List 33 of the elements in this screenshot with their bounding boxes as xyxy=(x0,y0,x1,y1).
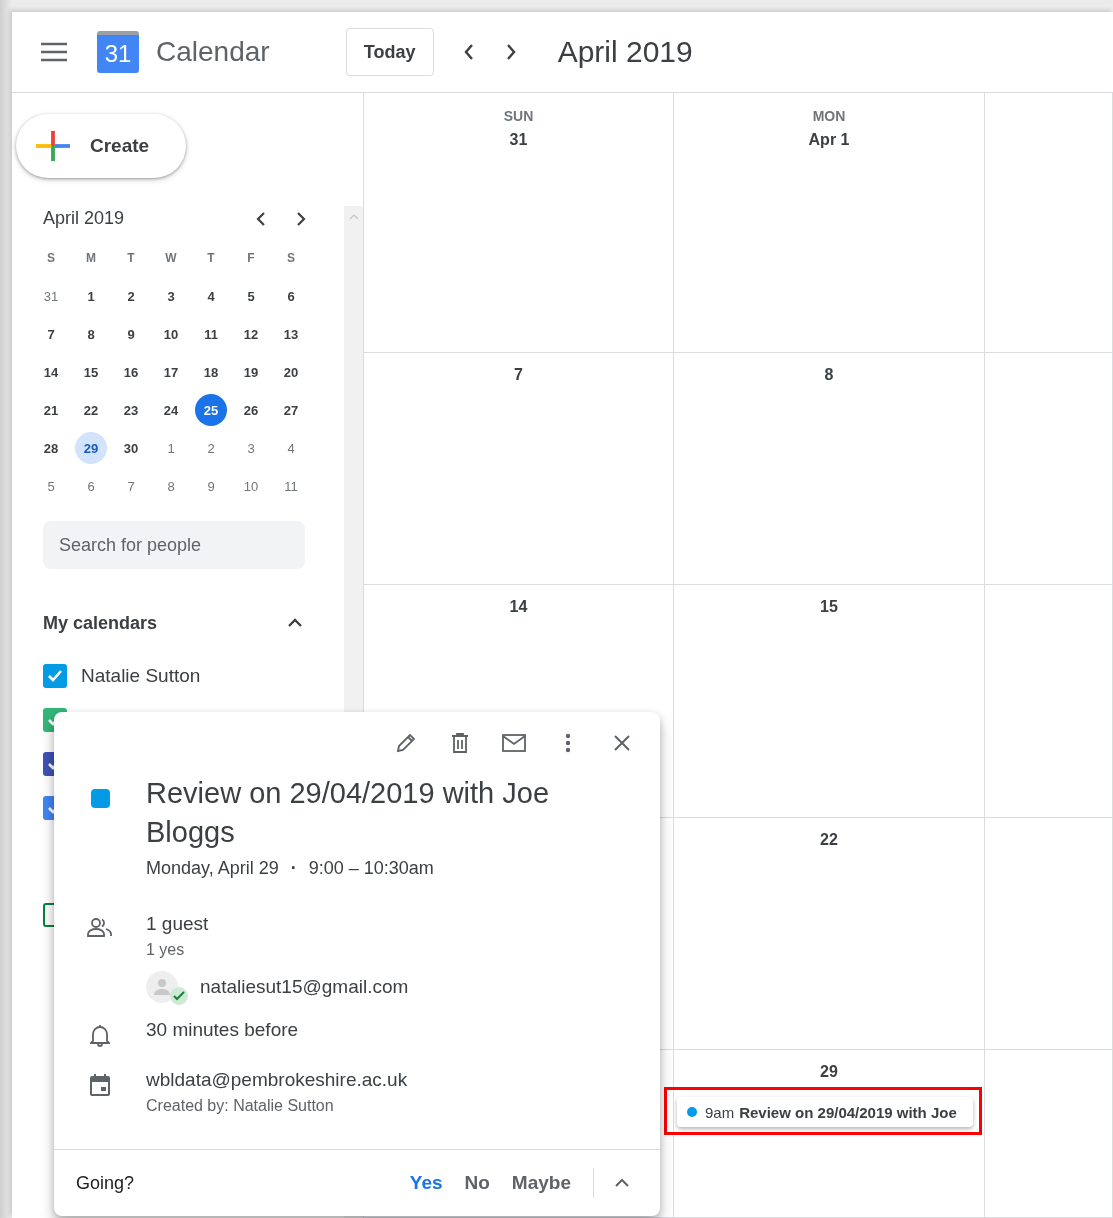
weekday-label: MON xyxy=(812,108,846,124)
weekday-label: SUN xyxy=(503,108,534,124)
weekday-label: T xyxy=(206,250,216,267)
section-heading: My calendars xyxy=(43,612,159,634)
day-number: 15 xyxy=(820,598,838,616)
day-number: 31 xyxy=(509,131,528,149)
weekday-label: W xyxy=(164,250,178,267)
rsvp-label: Going? xyxy=(76,1172,136,1194)
calendar-owner: wbldata@pembrokeshire.ac.uk xyxy=(146,1069,409,1091)
app-title: Calendar xyxy=(156,36,270,68)
calendar-logo-icon: 31 xyxy=(97,31,139,73)
guest-email: nataliesut15@gmail.com xyxy=(200,976,409,998)
day-number: Apr 1 xyxy=(808,131,850,149)
weekday-label: S xyxy=(286,250,296,267)
created-by: Created by: Natalie Sutton xyxy=(146,1097,335,1115)
reminder-text: 30 minutes before xyxy=(146,1019,300,1041)
day-number: 22 xyxy=(820,831,838,849)
guest-count: 1 guest xyxy=(146,913,210,935)
event-date: Monday, April 29 xyxy=(146,858,279,879)
calendar-name: Natalie Sutton xyxy=(81,665,201,687)
current-period: April 2019 xyxy=(557,35,693,69)
weekday-label: F xyxy=(246,250,256,267)
day-number: 8 xyxy=(824,366,834,384)
mini-calendar-title: April 2019 xyxy=(43,208,126,229)
event-time: 9:00 – 10:30am xyxy=(308,858,434,879)
day-number: 29 xyxy=(820,1063,838,1081)
weekday-label: S xyxy=(46,250,56,267)
day-number: 14 xyxy=(509,598,528,616)
separator-dot: · xyxy=(290,858,297,879)
weekday-label: M xyxy=(85,250,97,267)
guest-summary: 1 yes xyxy=(146,941,186,959)
day-number: 7 xyxy=(514,366,523,384)
weekday-label: T xyxy=(126,250,136,267)
